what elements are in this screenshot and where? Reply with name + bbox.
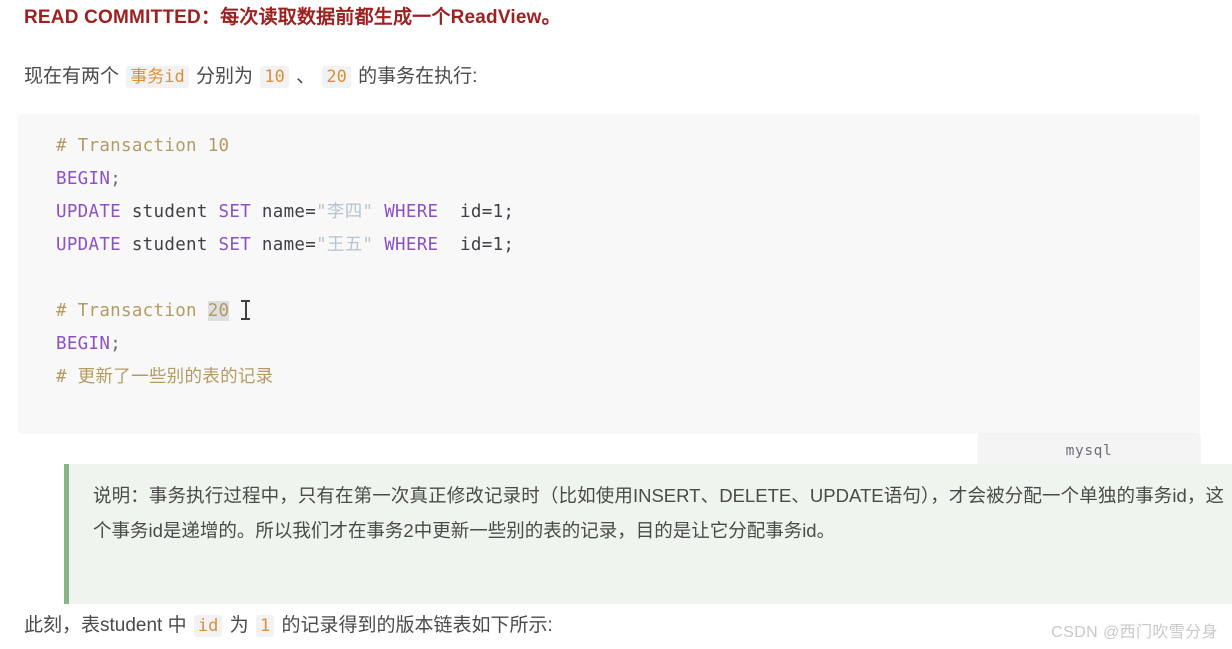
code-token-comment-selected: 20 — [207, 301, 230, 321]
code-block[interactable]: # Transaction 10 BEGIN; UPDATE student SET… — [18, 114, 1200, 434]
inline-code-1: 1 — [255, 615, 275, 637]
heading-description: 每次读取数据前都生成一个ReadView。 — [220, 7, 561, 28]
code-token-str: "王五" — [316, 235, 374, 255]
note-blockquote: 说明：事务执行过程中，只有在第一次真正修改记录时（比如使用INSERT、DELE… — [64, 464, 1232, 604]
code-line[interactable] — [56, 262, 1200, 295]
code-line[interactable]: BEGIN; — [56, 328, 1200, 361]
code-token-kw: SET — [218, 202, 252, 222]
code-token-punct: ; — [110, 334, 122, 354]
intro-text-after: 的事务在执行: — [352, 66, 478, 87]
code-token-kw: WHERE — [384, 202, 439, 222]
inline-code-id: id — [193, 615, 223, 637]
code-line[interactable]: ... — [56, 427, 1200, 434]
code-language-label: mysql — [1065, 443, 1113, 459]
note-text: 说明：事务执行过程中，只有在第一次真正修改记录时（比如使用INSERT、DELE… — [93, 485, 1224, 541]
inline-code-transaction-id: 事务id — [126, 66, 189, 88]
code-token-comment: # Transaction 10 — [56, 136, 230, 156]
code-token-plain: student — [121, 202, 219, 222]
code-token-plain: name= — [251, 235, 317, 255]
intro-text-mid-1: 分别为 — [190, 66, 259, 87]
closing-text-3: 的记录得到的版本链表如下所示: — [276, 615, 553, 636]
csdn-watermark: CSDN @西门吹雪分身 — [1051, 624, 1218, 641]
closing-text-2: 为 — [224, 615, 254, 636]
heading-separator: ： — [200, 7, 221, 28]
code-line[interactable]: UPDATE student SET name="王五" WHERE id=1; — [56, 229, 1200, 262]
code-token-plain: id=1; — [438, 202, 515, 222]
code-token-plain: name= — [251, 202, 317, 222]
code-token-kw: UPDATE — [56, 235, 122, 255]
code-token-kw: WHERE — [384, 235, 439, 255]
code-line[interactable]: # Transaction 20 — [56, 295, 1200, 328]
inline-code-10: 10 — [260, 66, 289, 88]
code-token-kw: BEGIN — [56, 334, 111, 354]
code-line[interactable] — [56, 394, 1200, 427]
code-token-plain: student — [121, 235, 219, 255]
code-token-str: "李四" — [316, 202, 374, 222]
closing-paragraph: 此刻，表student 中 id 为 1 的记录得到的版本链表如下所示: — [24, 612, 553, 640]
code-line[interactable]: UPDATE student SET name="李四" WHERE id=1; — [56, 196, 1200, 229]
closing-text-1: 此刻，表student 中 — [24, 615, 192, 636]
code-token-punct: ; — [110, 169, 122, 189]
intro-text-mid-2: 、 — [290, 66, 321, 87]
code-token-kw: BEGIN — [56, 169, 111, 189]
code-token-comment: # 更新了一些别的表的记录 — [56, 367, 274, 387]
code-token-kw: UPDATE — [56, 202, 122, 222]
code-line[interactable]: # 更新了一些别的表的记录 — [56, 361, 1200, 394]
code-token-plain: id=1; — [438, 235, 515, 255]
code-token-dots: ... — [56, 433, 89, 434]
code-lines-container[interactable]: # Transaction 10 BEGIN; UPDATE student SET… — [56, 130, 1200, 434]
intro-text-before: 现在有两个 — [24, 66, 125, 87]
code-token-kw: SET — [218, 235, 252, 255]
code-line[interactable]: BEGIN; — [56, 163, 1200, 196]
code-token-comment: # Transaction — [56, 301, 208, 321]
code-language-badge: mysql — [978, 434, 1200, 468]
heading-isolation-level: READ COMMITTED — [24, 7, 201, 28]
text-cursor-icon — [241, 300, 251, 320]
page-heading: READ COMMITTED：每次读取数据前都生成一个ReadView。 — [24, 5, 561, 31]
intro-paragraph: 现在有两个 事务id 分别为 10 、 20 的事务在执行: — [24, 63, 477, 91]
inline-code-20: 20 — [322, 66, 351, 88]
code-line[interactable]: # Transaction 10 — [56, 130, 1200, 163]
